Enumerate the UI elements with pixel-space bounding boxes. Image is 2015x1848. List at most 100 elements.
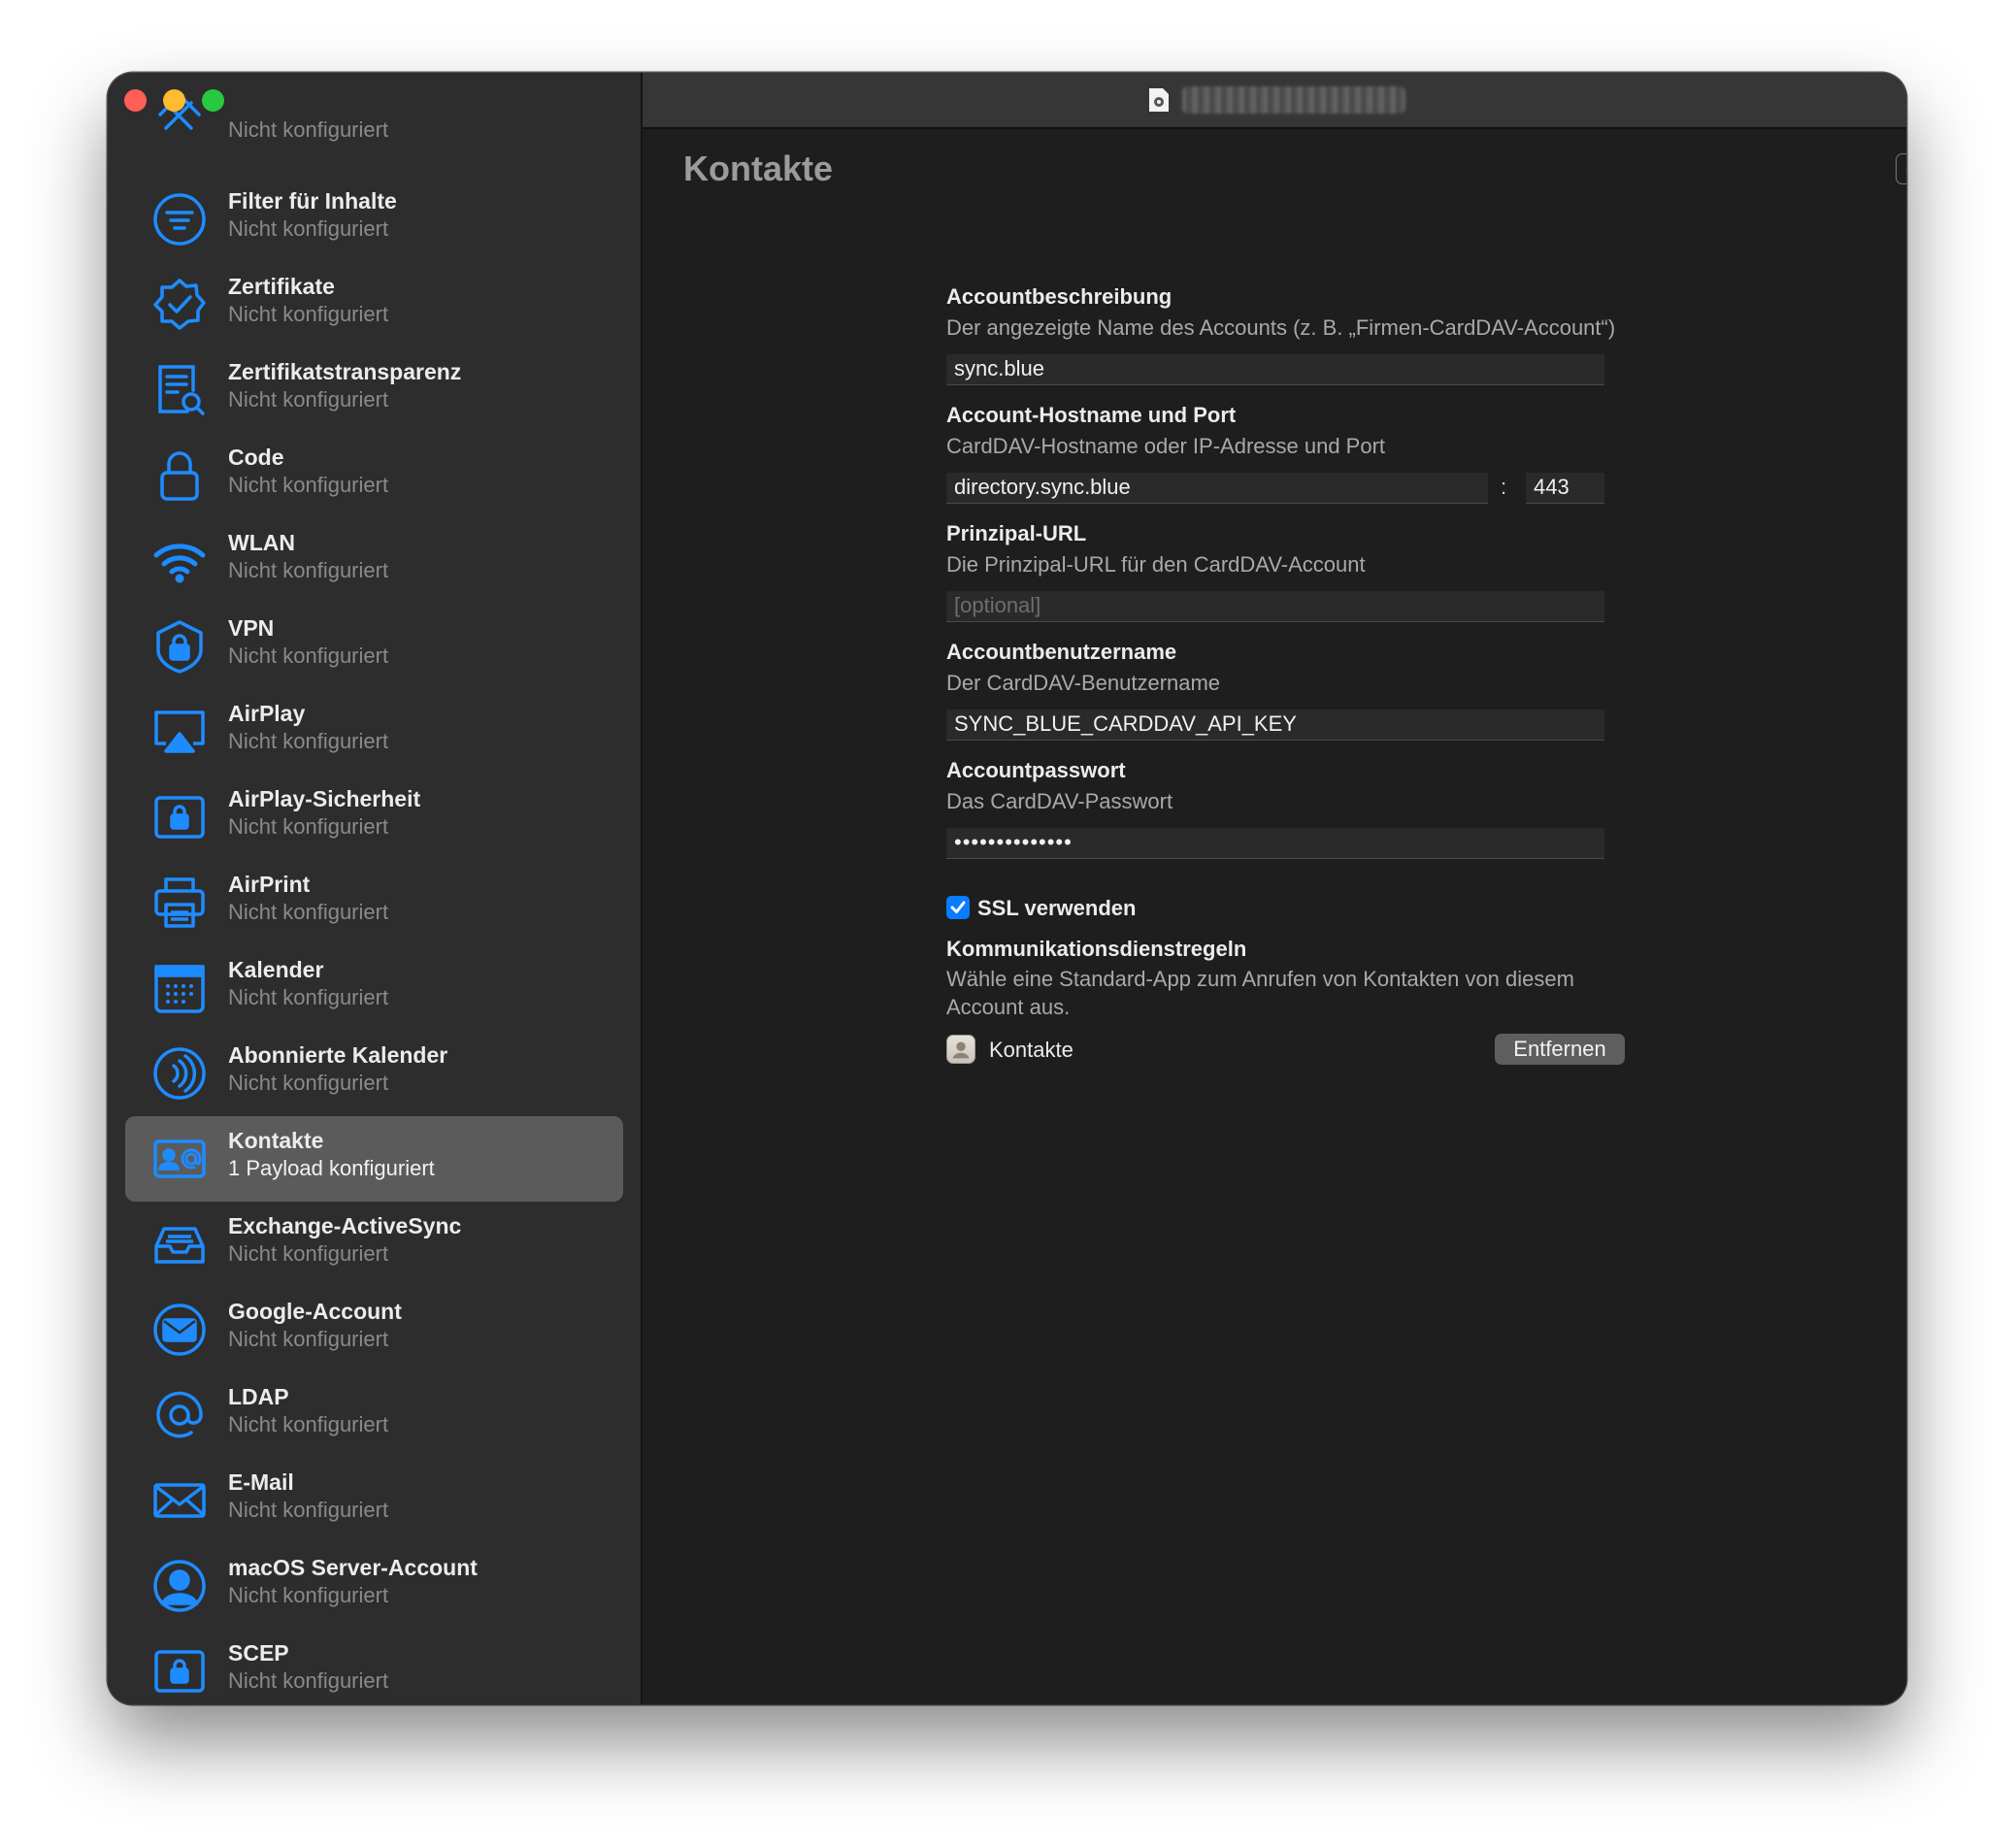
shield-lock-icon	[152, 619, 207, 674]
remove-app-button[interactable]: Entfernen	[1495, 1034, 1625, 1065]
sidebar-item-status: Nicht konfiguriert	[228, 900, 389, 924]
sidebar-item-title: macOS Server-Account	[228, 1555, 478, 1580]
sidebar-item-title: Zertifikate	[228, 274, 335, 299]
sidebar-item-certificates[interactable]: Zertifikate Nicht konfiguriert	[125, 262, 623, 347]
sidebar-item-status: Nicht konfiguriert	[228, 302, 389, 326]
sidebar-item-title: AirPlay	[228, 701, 306, 726]
default-app-name: Kontakte	[989, 1038, 1074, 1062]
sidebar-item-contacts[interactable]: Kontakte 1 Payload konfiguriert	[125, 1116, 623, 1202]
sidebar-item-title: E-Mail	[228, 1469, 294, 1495]
sidebar-item-status: Nicht konfiguriert	[228, 1498, 389, 1522]
ssl-checkbox[interactable]	[946, 896, 970, 919]
communication-rules-label: Kommunikationsdienstregeln	[946, 937, 1247, 961]
sidebar-item-status: Nicht konfiguriert	[228, 729, 389, 753]
contacts-app-icon	[946, 1035, 975, 1064]
printer-icon	[152, 875, 207, 930]
principal-url-label: Prinzipal-URL	[946, 521, 1087, 545]
principal-url-field[interactable]: [optional]	[946, 591, 1604, 622]
account-description-field[interactable]: sync.blue	[946, 354, 1604, 385]
app-window: Nicht konfiguriert Filter für Inhalte Ni…	[108, 73, 1906, 1704]
sidebar-item-email[interactable]: E-Mail Nicht konfiguriert	[125, 1458, 623, 1543]
password-label: Accountpasswort	[946, 758, 1126, 782]
sidebar-item-macos-server[interactable]: macOS Server-Account Nicht konfiguriert	[125, 1543, 623, 1629]
subscribed-calendar-icon	[152, 1046, 207, 1101]
sidebar-item-certificate-transparency[interactable]: Zertifikatstransparenz Nicht konfigurier…	[125, 347, 623, 433]
sidebar-item-vpn[interactable]: VPN Nicht konfiguriert	[125, 604, 623, 689]
sidebar-item-title: Kalender	[228, 957, 324, 982]
principal-url-help: Die Prinzipal-URL für den CardDAV-Accoun…	[946, 552, 1366, 577]
wifi-icon	[152, 534, 207, 588]
ssl-checkbox-label[interactable]: SSL verwenden	[977, 896, 1136, 921]
sidebar-item-title: Exchange-ActiveSync	[228, 1213, 462, 1238]
contact-card-icon	[152, 1132, 207, 1186]
sidebar-item-title: Code	[228, 445, 284, 470]
sidebar-item-title: WLAN	[228, 530, 295, 555]
title-bar	[643, 73, 1906, 129]
sidebar-item-ldap[interactable]: LDAP Nicht konfiguriert	[125, 1372, 623, 1458]
port-separator: :	[1501, 475, 1507, 499]
document-search-icon	[152, 363, 207, 417]
document-icon	[1147, 86, 1171, 114]
person-circle-icon	[152, 1559, 207, 1613]
sidebar-item-status: Nicht konfiguriert	[228, 387, 389, 412]
sidebar-item-google-account[interactable]: Google-Account Nicht konfiguriert	[125, 1287, 623, 1372]
sidebar-item-status: Nicht konfiguriert	[228, 1583, 389, 1607]
sidebar-item-title: Kontakte	[228, 1128, 324, 1153]
at-sign-icon	[152, 1388, 207, 1442]
sidebar-item-title: LDAP	[228, 1384, 289, 1409]
sidebar-item-status: Nicht konfiguriert	[228, 644, 389, 668]
sidebar-item-title: AirPrint	[228, 872, 311, 897]
sidebar-item-title: Zertifikatstransparenz	[228, 359, 462, 384]
calendar-icon	[152, 961, 207, 1015]
password-help: Das CardDAV-Passwort	[946, 789, 1173, 813]
sidebar-item-title: AirPlay-Sicherheit	[228, 786, 421, 811]
page-title: Kontakte	[683, 148, 834, 188]
sidebar-item-status: Nicht konfiguriert	[228, 216, 389, 241]
sidebar-item-code[interactable]: Code Nicht konfiguriert	[125, 433, 623, 518]
sidebar-item-scep[interactable]: SCEP Nicht konfiguriert	[125, 1629, 623, 1704]
zoom-window-button[interactable]	[202, 89, 224, 112]
hostname-help: CardDAV-Hostname oder IP-Adresse und Por…	[946, 434, 1386, 458]
envelope-circle-icon	[152, 1303, 207, 1357]
sidebar-item-tools[interactable]: Nicht konfiguriert	[125, 74, 623, 159]
sidebar-item-content-filter[interactable]: Filter für Inhalte Nicht konfiguriert	[125, 177, 623, 262]
close-window-button[interactable]	[124, 89, 147, 112]
sidebar-item-title: Abonnierte Kalender	[228, 1042, 448, 1068]
sidebar-item-status: Nicht konfiguriert	[228, 1412, 389, 1436]
sidebar-item-airprint[interactable]: AirPrint Nicht konfiguriert	[125, 860, 623, 945]
hostname-field[interactable]: directory.sync.blue	[946, 473, 1488, 504]
port-field[interactable]: 443	[1526, 473, 1604, 504]
lock-icon	[152, 448, 207, 503]
minimize-window-button[interactable]	[163, 89, 185, 112]
sidebar-item-airplay[interactable]: AirPlay Nicht konfiguriert	[125, 689, 623, 775]
sidebar-item-title: SCEP	[228, 1640, 289, 1666]
password-field[interactable]: ••••••••••••••	[946, 828, 1604, 859]
sidebar-item-airplay-security[interactable]: AirPlay-Sicherheit Nicht konfiguriert	[125, 775, 623, 860]
lock-box-icon	[152, 1644, 207, 1699]
sidebar-item-subscribed-calendars[interactable]: Abonnierte Kalender Nicht konfiguriert	[125, 1031, 623, 1116]
username-field[interactable]: SYNC_BLUE_CARDDAV_API_KEY	[946, 710, 1604, 741]
sidebar-item-title: Google-Account	[228, 1299, 402, 1324]
sidebar-item-title: Filter für Inhalte	[228, 188, 397, 214]
filter-icon	[152, 192, 207, 247]
sidebar-item-status: Nicht konfiguriert	[228, 1071, 389, 1095]
account-description-help: Der angezeigte Name des Accounts (z. B. …	[946, 315, 1616, 340]
sidebar-item-exchange[interactable]: Exchange-ActiveSync Nicht konfiguriert	[125, 1202, 623, 1287]
account-description-label: Accountbeschreibung	[946, 284, 1173, 309]
sidebar-item-status: 1 Payload konfiguriert	[228, 1156, 435, 1180]
sidebar-item-status: Nicht konfiguriert	[228, 558, 389, 582]
sidebar-item-status: Nicht konfiguriert	[228, 1668, 389, 1693]
remove-payload-button[interactable]: –	[1896, 153, 1906, 184]
sidebar: Nicht konfiguriert Filter für Inhalte Ni…	[108, 73, 643, 1704]
inbox-tray-icon	[152, 1217, 207, 1271]
sidebar-item-status: Nicht konfiguriert	[228, 117, 389, 142]
sidebar-item-wlan[interactable]: WLAN Nicht konfiguriert	[125, 518, 623, 604]
username-help: Der CardDAV-Benutzername	[946, 671, 1221, 695]
envelope-icon	[152, 1473, 207, 1528]
airplay-icon	[152, 705, 207, 759]
sidebar-item-status: Nicht konfiguriert	[228, 1241, 389, 1266]
sidebar-item-calendar[interactable]: Kalender Nicht konfiguriert	[125, 945, 623, 1031]
detail-pane: Kontakte – + Accountbeschreibung Der ang…	[643, 129, 1906, 1704]
sidebar-item-status: Nicht konfiguriert	[228, 1327, 389, 1351]
username-label: Accountbenutzername	[946, 640, 1177, 664]
